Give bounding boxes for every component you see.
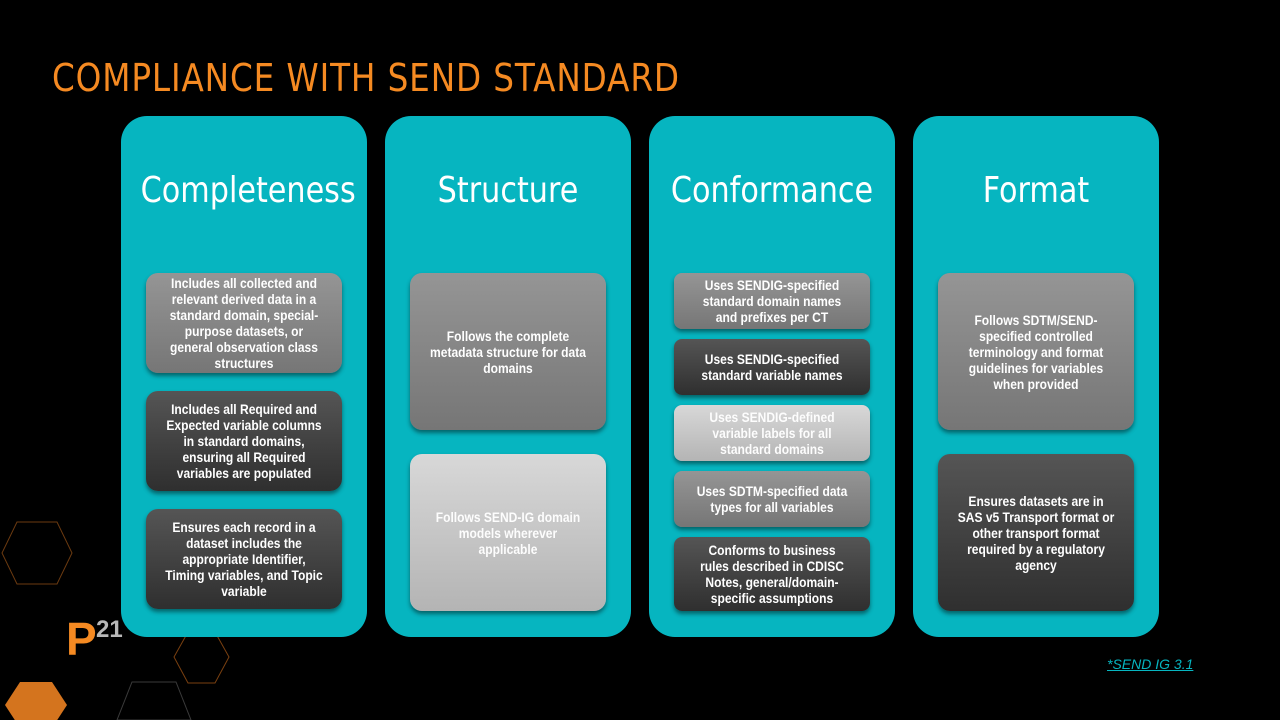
criteria-box: Uses SDTM-specified data types for all v…	[674, 471, 870, 527]
criteria-box: Follows the complete metadata structure …	[410, 273, 606, 430]
panel-conformance: Conformance Uses SENDIG-specified standa…	[649, 116, 895, 637]
hexagon-filled-icon	[5, 682, 67, 720]
panel-heading: Completeness	[140, 170, 356, 211]
p21-logo: P 21	[66, 613, 123, 665]
panel-heading: Format	[982, 170, 1090, 211]
criteria-text: Ensures each record in a dataset include…	[165, 519, 323, 599]
criteria-text: Includes all Required and Expected varia…	[166, 401, 322, 481]
panel-completeness: Completeness Includes all collected and …	[121, 116, 367, 637]
criteria-text: Ensures datasets are in SAS v5 Transport…	[957, 492, 1115, 573]
criteria-box: Uses SENDIG-specified standard domain na…	[674, 273, 870, 329]
criteria-text: Follows the complete metadata structure …	[430, 327, 586, 376]
panel-structure: Structure Follows the complete metadata …	[385, 116, 631, 637]
criteria-box: Uses SENDIG-specified standard variable …	[674, 339, 870, 395]
send-ig-reference-link[interactable]: *SEND IG 3.1	[1107, 656, 1193, 672]
criteria-box: Uses SENDIG-defined variable labels for …	[674, 405, 870, 461]
criteria-box: Conforms to business rules described in …	[674, 537, 870, 611]
criteria-box: Ensures datasets are in SAS v5 Transport…	[938, 454, 1134, 611]
criteria-text: Follows SEND-IG domain models wherever a…	[435, 508, 581, 557]
page-title: COMPLIANCE WITH SEND STANDARD	[52, 56, 680, 100]
hexagon-outline-icon	[116, 681, 192, 720]
criteria-text: Uses SDTM-specified data types for all v…	[696, 483, 848, 515]
criteria-text: Uses SENDIG-defined variable labels for …	[709, 409, 835, 457]
panel-heading: Conformance	[670, 170, 874, 211]
criteria-text: Includes all collected and relevant deri…	[169, 275, 319, 371]
logo-number: 21	[96, 616, 123, 643]
criteria-text: Uses SENDIG-specified standard variable …	[701, 351, 843, 383]
hexagon-outline-icon	[173, 631, 230, 684]
criteria-box: Ensures each record in a dataset include…	[146, 509, 342, 609]
criteria-box: Includes all collected and relevant deri…	[146, 273, 342, 373]
criteria-text: Conforms to business rules described in …	[700, 542, 844, 606]
panel-heading: Structure	[437, 170, 579, 211]
criteria-text: Uses SENDIG-specified standard domain na…	[702, 277, 842, 325]
criteria-text: Follows SDTM/SEND-specified controlled t…	[968, 311, 1104, 392]
criteria-box: Includes all Required and Expected varia…	[146, 391, 342, 491]
criteria-box: Follows SDTM/SEND-specified controlled t…	[938, 273, 1134, 430]
logo-letter: P	[66, 613, 97, 665]
panel-format: Format Follows SDTM/SEND-specified contr…	[913, 116, 1159, 637]
hexagon-outline-icon	[1, 521, 73, 585]
criteria-box: Follows SEND-IG domain models wherever a…	[410, 454, 606, 611]
